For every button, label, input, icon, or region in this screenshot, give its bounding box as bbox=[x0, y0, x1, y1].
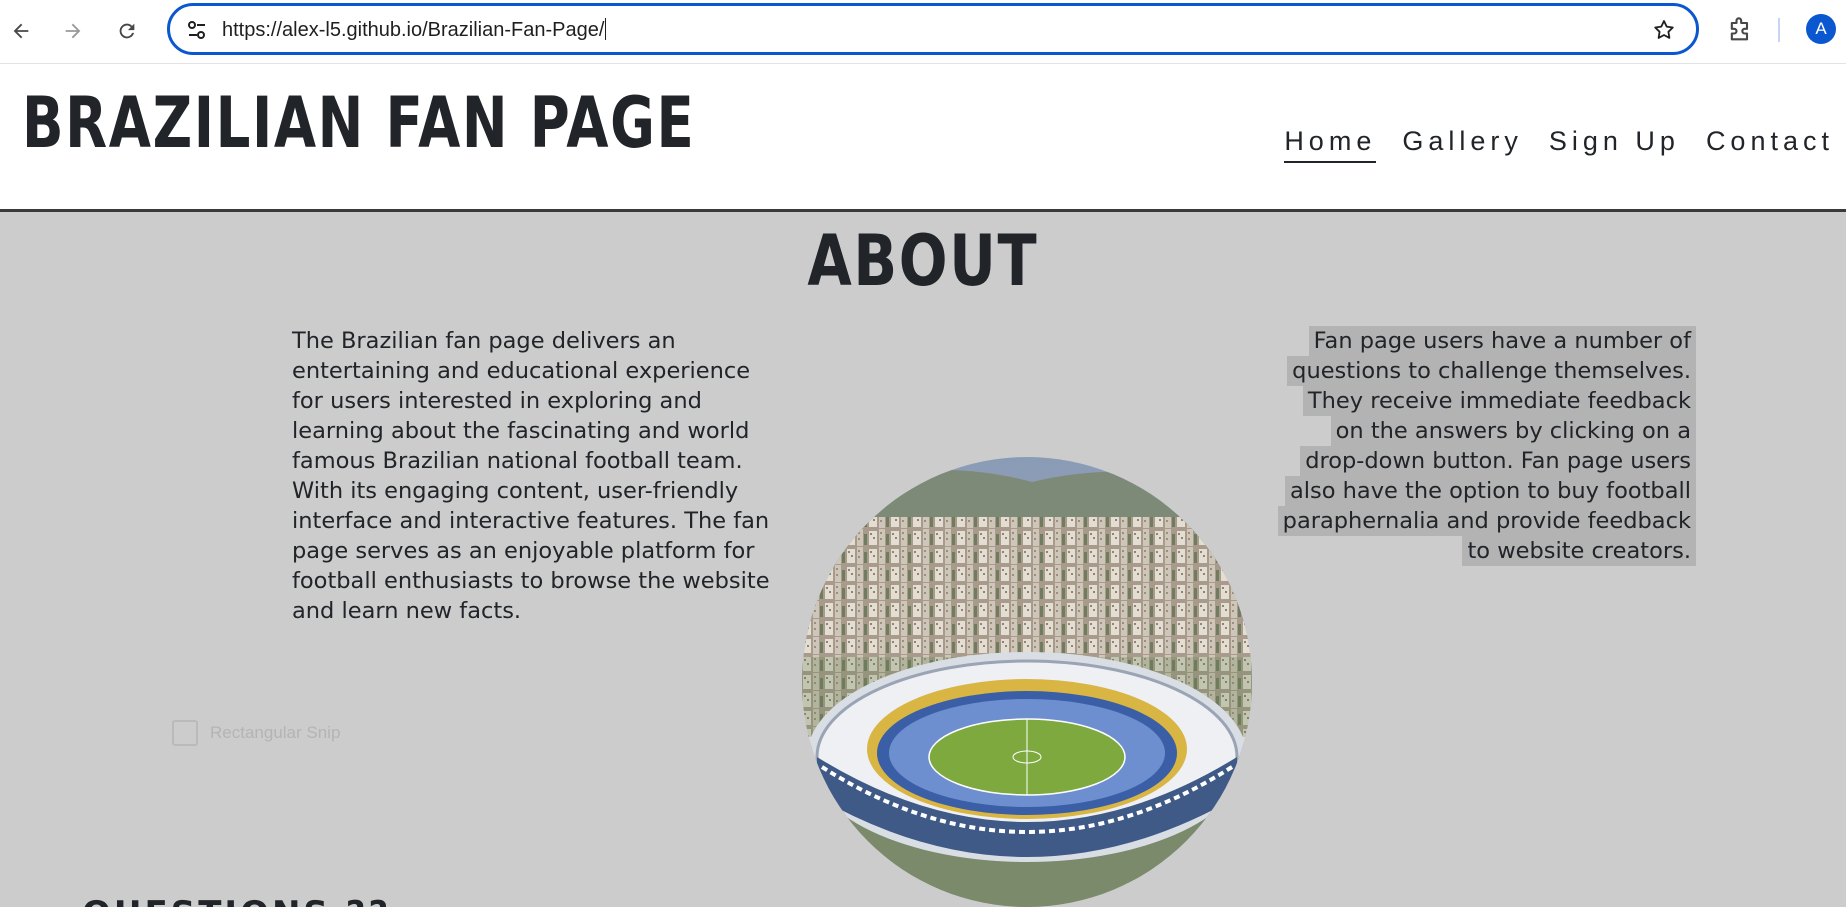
nav-link-sign-up[interactable]: Sign Up bbox=[1549, 126, 1680, 163]
main-nav: Home Gallery Sign Up Contact bbox=[1284, 126, 1834, 163]
browser-toolbar: https://alex-l5.github.io/Brazilian-Fan-… bbox=[0, 0, 1846, 64]
site-header: BRAZILIAN FAN PAGE Home Gallery Sign Up … bbox=[0, 64, 1846, 212]
stadium-image bbox=[802, 457, 1252, 907]
snip-icon bbox=[172, 720, 198, 746]
profile-avatar[interactable]: A bbox=[1806, 14, 1836, 44]
nav-link-gallery[interactable]: Gallery bbox=[1402, 126, 1523, 163]
extensions-puzzle-icon[interactable] bbox=[1726, 16, 1754, 44]
nav-link-contact[interactable]: Contact bbox=[1706, 126, 1834, 163]
about-section: ABOUT The Brazilian fan page delivers an… bbox=[0, 212, 1846, 907]
snip-label: Rectangular Snip bbox=[210, 723, 341, 742]
site-info-icon[interactable] bbox=[184, 17, 210, 43]
forward-button[interactable] bbox=[56, 14, 90, 48]
nav-link-home[interactable]: Home bbox=[1284, 126, 1377, 163]
address-bar[interactable]: https://alex-l5.github.io/Brazilian-Fan-… bbox=[167, 3, 1699, 55]
snip-tool-hint: Rectangular Snip bbox=[172, 720, 340, 746]
about-right-block: Fan page users have a number of question… bbox=[1276, 326, 1696, 566]
bookmark-star-icon[interactable] bbox=[1652, 18, 1676, 42]
about-heading: ABOUT bbox=[807, 220, 1039, 302]
about-left-paragraph: The Brazilian fan page delivers an enter… bbox=[292, 328, 770, 624]
site-title[interactable]: BRAZILIAN FAN PAGE bbox=[22, 82, 695, 164]
toolbar-divider bbox=[1778, 18, 1780, 42]
about-right-paragraph: Fan page users have a number of question… bbox=[1277, 326, 1696, 566]
back-button[interactable] bbox=[4, 14, 38, 48]
arrow-left-icon bbox=[13, 23, 29, 39]
reload-button[interactable] bbox=[110, 14, 144, 48]
arrow-right-icon bbox=[65, 23, 81, 39]
url-text[interactable]: https://alex-l5.github.io/Brazilian-Fan-… bbox=[222, 18, 607, 42]
questions-heading: QUESTIONS ?? bbox=[82, 894, 391, 907]
reload-icon bbox=[119, 23, 135, 39]
